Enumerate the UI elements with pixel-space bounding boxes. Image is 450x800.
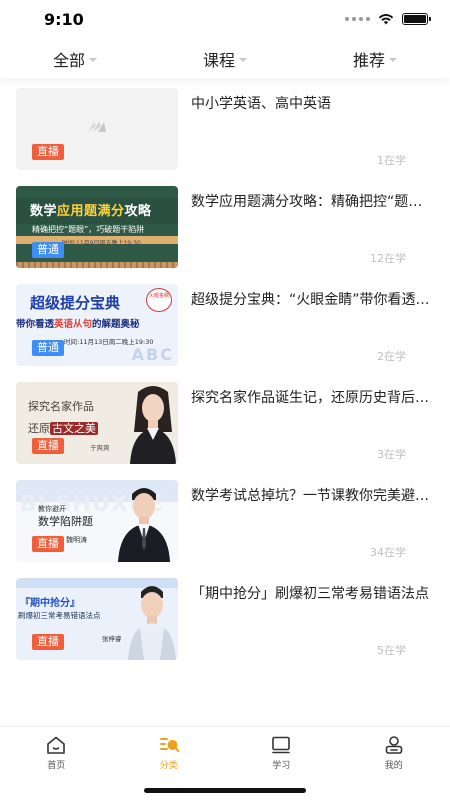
- filter-label: 推荐: [352, 51, 385, 70]
- profile-icon: [385, 736, 403, 754]
- thumb-subtitle: 精确把控“题眼”，巧破题干陷阱: [32, 225, 145, 234]
- teacher-name: 魏明涛: [66, 536, 87, 544]
- live-tag: 直播: [32, 536, 64, 552]
- teacher-name: 于爽爽: [90, 444, 110, 452]
- course-list: 直播 中小学英语、高中英语 1在学 数学应用题满分攻略 精确把控“题眼”，巧破题…: [0, 88, 450, 676]
- course-title: 超级提分宝典：“火眼金睛”带你看透英语从句的解题奥秘: [191, 292, 436, 308]
- tab-label: 首页: [47, 761, 66, 771]
- home-indicator: [144, 788, 306, 793]
- battery-icon: [402, 13, 431, 25]
- tab-label: 分类: [159, 761, 178, 771]
- thumb-headline: 数学应用题满分攻略: [30, 204, 152, 219]
- filter-bar: 全部 课程 推荐: [0, 40, 450, 78]
- tab-label: 我的: [384, 761, 403, 771]
- signal-icon: [345, 17, 370, 21]
- course-title: 中小学英语、高中英语: [191, 96, 331, 112]
- live-tag: 直播: [32, 144, 64, 160]
- teacher-portrait: [128, 586, 176, 660]
- status-icons: [345, 13, 431, 25]
- home-icon: [47, 736, 66, 754]
- image-placeholder-icon: [88, 122, 106, 132]
- filter-label: 全部: [52, 51, 85, 70]
- live-tag: 直播: [32, 438, 64, 454]
- course-item[interactable]: 直播 中小学英语、高中英语 1在学: [0, 88, 450, 186]
- wifi-icon: [378, 14, 394, 25]
- learner-count: 12在学: [370, 252, 406, 265]
- learner-count: 3在学: [377, 448, 406, 461]
- course-item[interactable]: 『期中抢分』 刷爆初三常考易错语法点 张梓睿 直播 「期中抢分」刷爆初三常考易错…: [0, 578, 450, 676]
- course-title: 「期中抢分」刷爆初三常考易错语法点: [191, 586, 429, 602]
- thumb-badge: 火眼金睛: [146, 288, 172, 312]
- caret-down-icon: [389, 58, 397, 62]
- bottom-tab-bar: 首页 分类 学习 我的: [0, 726, 450, 774]
- thumb-line2: 数学陷阱题: [38, 515, 93, 528]
- teacher-name: 张梓睿: [102, 635, 122, 643]
- course-thumbnail: 『期中抢分』 刷爆初三常考易错语法点 张梓睿 直播: [16, 578, 178, 660]
- course-thumbnail: BI SHUXUE 教你避开 数学陷阱题 魏明涛 直播: [16, 480, 178, 562]
- ruler-decoration: [16, 262, 178, 268]
- normal-tag: 普通: [32, 340, 64, 356]
- course-thumbnail: 数学应用题满分攻略 精确把控“题眼”，巧破题干陷阱 时间:11月9日周五晚上19…: [16, 186, 178, 268]
- course-thumbnail: 探究名家作品 还原 古文之美 于爽爽 直播: [16, 382, 178, 464]
- tab-study[interactable]: 学习: [225, 727, 338, 774]
- learner-count: 1在学: [377, 154, 406, 167]
- teacher-portrait: [130, 386, 176, 464]
- course-title: 数学应用题满分攻略：精确把控“题眼”，巧破题干陷阱: [191, 194, 436, 210]
- course-thumbnail: 直播: [16, 88, 178, 170]
- thumb-line2: 还原 古文之美: [28, 422, 98, 435]
- thumb-line1: 探究名家作品: [28, 400, 94, 413]
- learner-count: 2在学: [377, 350, 406, 363]
- caret-down-icon: [89, 58, 97, 62]
- thumb-subtitle: 带你看透英语从句的解题奥秘: [16, 319, 140, 330]
- filter-all[interactable]: 全部: [0, 40, 150, 78]
- tab-label: 学习: [272, 761, 291, 771]
- course-item[interactable]: 超级提分宝典 火眼金睛 带你看透英语从句的解题奥秘 时间:11月13日周二晚上1…: [0, 284, 450, 382]
- teacher-portrait: [118, 488, 170, 562]
- learner-count: 5在学: [377, 644, 406, 657]
- tab-category[interactable]: 分类: [113, 727, 226, 774]
- live-tag: 直播: [32, 634, 64, 650]
- normal-tag: 普通: [32, 242, 64, 258]
- book-icon: [272, 736, 291, 754]
- thumb-time: 时间:11月9日周五晚上19:30: [62, 240, 141, 247]
- course-title: 数学考试总掉坑？一节课教你完美避开数学陷阱题: [191, 488, 436, 504]
- filter-recommend[interactable]: 推荐: [300, 40, 450, 78]
- status-bar: 9:10: [0, 0, 450, 40]
- category-icon: [159, 738, 180, 753]
- tab-profile[interactable]: 我的: [338, 727, 450, 774]
- status-time: 9:10: [44, 10, 84, 29]
- tab-home[interactable]: 首页: [0, 727, 113, 774]
- filter-course[interactable]: 课程: [150, 40, 300, 78]
- thumb-headline: 『期中抢分』: [20, 598, 80, 609]
- learner-count: 34在学: [370, 546, 406, 559]
- course-thumbnail: 超级提分宝典 火眼金睛 带你看透英语从句的解题奥秘 时间:11月13日周二晚上1…: [16, 284, 178, 366]
- course-title: 探究名家作品诞生记，还原历史背后的古文之美: [191, 390, 436, 406]
- thumb-headline: 超级提分宝典: [30, 294, 121, 312]
- thumb-subtitle: 刷爆初三常考易错语法点: [18, 611, 101, 620]
- caret-down-icon: [239, 58, 247, 62]
- course-item[interactable]: BI SHUXUE 教你避开 数学陷阱题 魏明涛 直播 数学考试总掉坑？一节课教…: [0, 480, 450, 578]
- filter-label: 课程: [202, 51, 235, 70]
- thumb-decoration: ABC: [131, 345, 174, 364]
- course-item[interactable]: 数学应用题满分攻略 精确把控“题眼”，巧破题干陷阱 时间:11月9日周五晚上19…: [0, 186, 450, 284]
- course-item[interactable]: 探究名家作品 还原古文之美 于爽爽 直播 探究名家作品诞生记，还原历史背后的古文…: [0, 382, 450, 480]
